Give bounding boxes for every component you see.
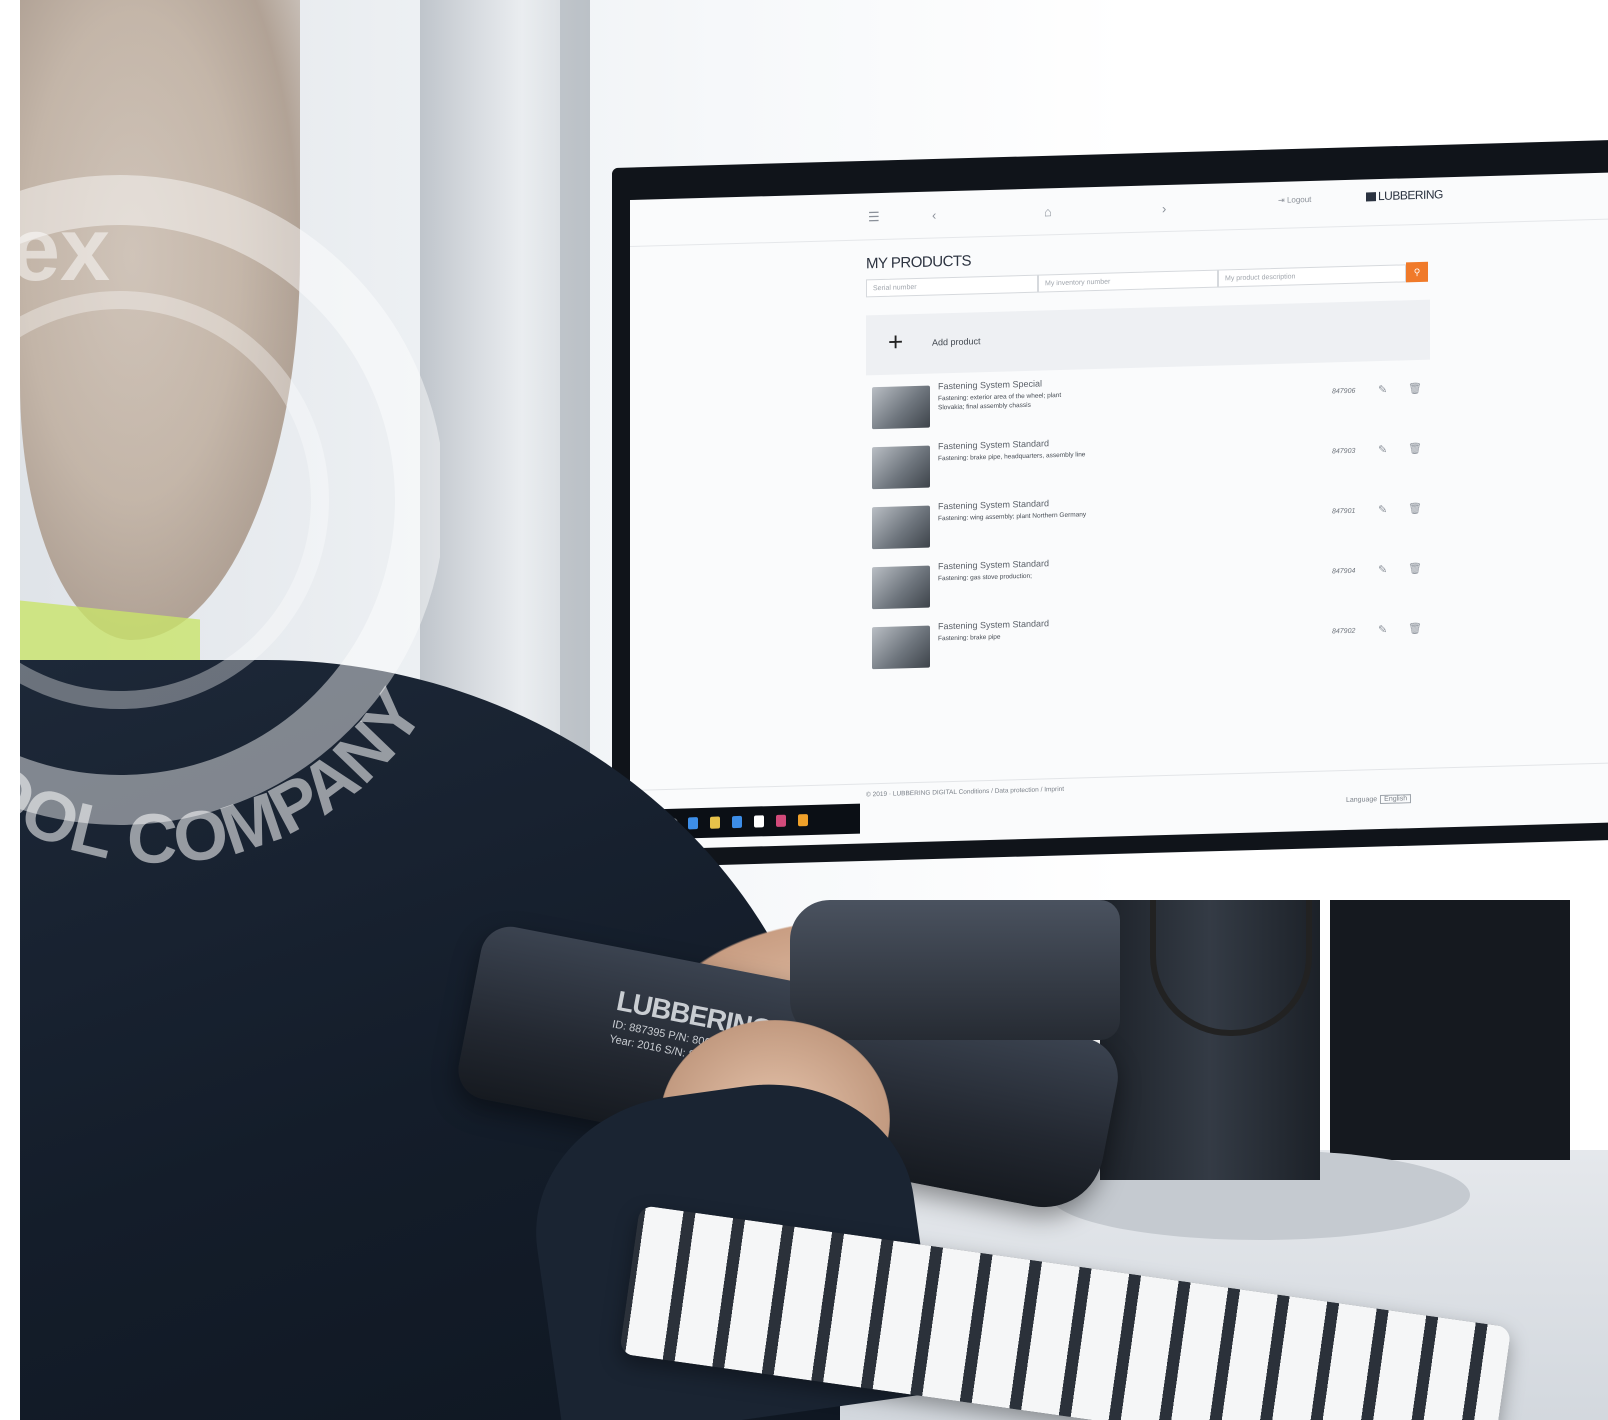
hamburger-icon[interactable]: ☰ bbox=[868, 209, 880, 225]
browser-icon[interactable] bbox=[688, 817, 698, 830]
edit-icon[interactable]: ✎ bbox=[1378, 443, 1387, 456]
product-thumbnail bbox=[872, 385, 930, 430]
brand-name: LUBBERING bbox=[1378, 187, 1443, 204]
watermark-partial: ex bbox=[10, 200, 110, 300]
trash-icon[interactable]: 🗑 bbox=[1408, 382, 1422, 395]
product-description: Fastening: exterior area of the wheel; p… bbox=[938, 391, 1062, 412]
language-label: Language bbox=[1346, 796, 1378, 805]
image-border bbox=[0, 0, 20, 1420]
search-button[interactable]: ⚲ bbox=[1406, 261, 1428, 283]
photo-scene: ☰ ‹ ⌂ › ⇥ Logout LUBBERING MY PRODUCTS S… bbox=[0, 0, 1608, 1420]
page-title: MY PRODUCTS bbox=[866, 252, 972, 273]
serial-number-field[interactable]: Serial number bbox=[866, 274, 1038, 298]
product-title: Fastening System Standard bbox=[938, 438, 1050, 452]
folder-icon[interactable] bbox=[710, 816, 720, 829]
trash-icon[interactable]: 🗑 bbox=[1408, 442, 1422, 455]
product-number: 847906 bbox=[1332, 387, 1356, 396]
product-title: Fastening System Standard bbox=[938, 558, 1050, 572]
product-number: 847901 bbox=[1332, 507, 1356, 516]
product-description-field[interactable]: My product description bbox=[1218, 264, 1406, 288]
app-icon[interactable] bbox=[732, 815, 742, 829]
home-icon[interactable]: ⌂ bbox=[1044, 204, 1052, 219]
edit-icon[interactable]: ✎ bbox=[1378, 623, 1387, 636]
product-description: Fastening: brake pipe bbox=[938, 633, 1001, 643]
trash-icon[interactable]: 🗑 bbox=[1408, 562, 1422, 575]
product-thumbnail bbox=[872, 625, 930, 670]
product-title: Fastening System Standard bbox=[938, 498, 1050, 512]
media-icon[interactable] bbox=[776, 814, 786, 827]
inventory-number-field[interactable]: My inventory number bbox=[1038, 269, 1218, 293]
product-description: Fastening: wing assembly; plant Northern… bbox=[938, 511, 1087, 523]
product-description: Fastening: gas stove production; bbox=[938, 572, 1032, 583]
plus-icon: + bbox=[888, 326, 904, 357]
monitor-screen: ☰ ‹ ⌂ › ⇥ Logout LUBBERING MY PRODUCTS S… bbox=[630, 172, 1608, 850]
add-product-label: Add product bbox=[932, 336, 981, 348]
trash-icon[interactable]: 🗑 bbox=[1408, 502, 1422, 515]
chevron-right-icon[interactable]: › bbox=[1162, 201, 1166, 216]
language-selector[interactable]: Language English bbox=[1346, 794, 1412, 805]
document-icon[interactable] bbox=[754, 815, 764, 828]
product-number: 847904 bbox=[1332, 567, 1356, 576]
footer-links[interactable]: © 2019 · LUBBERING DIGITAL Conditions / … bbox=[866, 786, 1064, 799]
logout-link[interactable]: ⇥ Logout bbox=[1278, 195, 1311, 205]
product-number: 847902 bbox=[1332, 627, 1356, 636]
monitor-stand-rear bbox=[1330, 900, 1570, 1160]
tool-company-watermark: TOOL COMPANY ex bbox=[0, 175, 440, 878]
product-thumbnail bbox=[872, 445, 930, 490]
edit-icon[interactable]: ✎ bbox=[1378, 563, 1387, 576]
footer-divider bbox=[630, 762, 1608, 791]
product-title: Fastening System Special bbox=[938, 378, 1043, 392]
product-number: 847903 bbox=[1332, 447, 1356, 456]
product-title: Fastening System Standard bbox=[938, 618, 1050, 632]
search-icon: ⚲ bbox=[1413, 266, 1421, 278]
edit-icon[interactable]: ✎ bbox=[1378, 383, 1387, 396]
brand-logo: LUBBERING bbox=[1366, 187, 1443, 203]
chevron-left-icon[interactable]: ‹ bbox=[932, 207, 936, 222]
product-description: Fastening: brake pipe, headquarters, ass… bbox=[938, 451, 1086, 463]
trash-icon[interactable]: 🗑 bbox=[1408, 622, 1422, 635]
add-product-button[interactable]: + Add product bbox=[866, 299, 1430, 376]
tool-head bbox=[790, 900, 1120, 1040]
logout-label: Logout bbox=[1286, 194, 1312, 205]
product-thumbnail bbox=[872, 505, 930, 550]
paint-icon[interactable] bbox=[798, 814, 808, 827]
product-thumbnail bbox=[872, 565, 930, 610]
logo-mark bbox=[1366, 192, 1376, 202]
edit-icon[interactable]: ✎ bbox=[1378, 503, 1387, 516]
language-dropdown[interactable]: English bbox=[1380, 794, 1412, 805]
